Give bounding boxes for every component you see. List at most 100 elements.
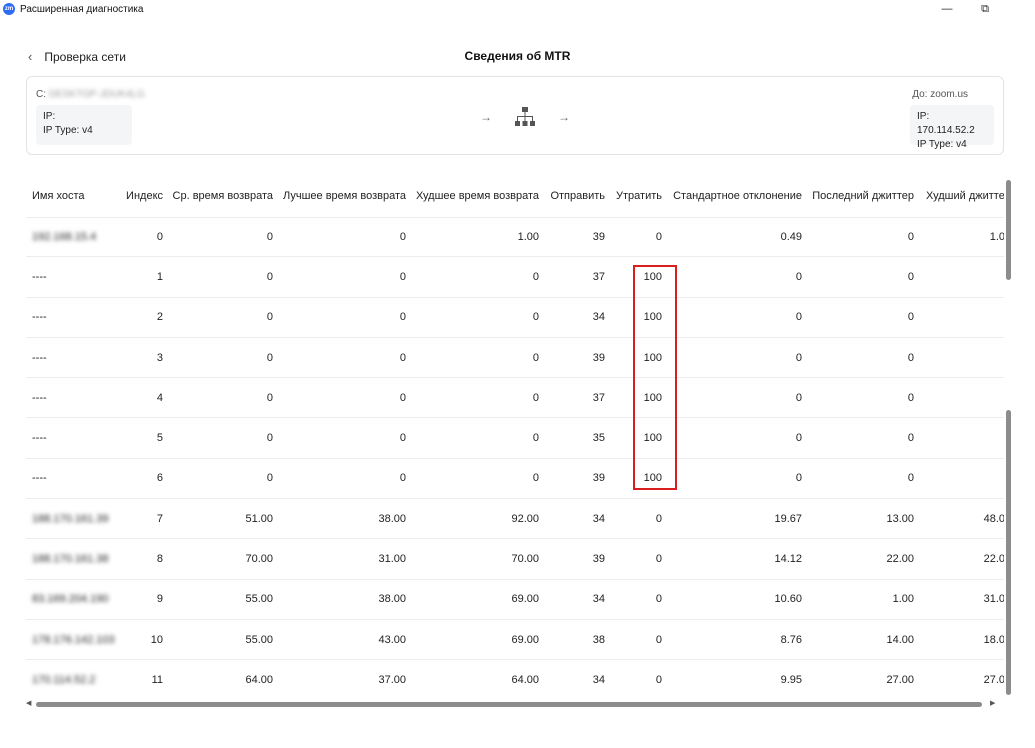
- cell-avg-rtt: 0: [266, 351, 273, 364]
- cell-best-rtt: 31.00: [378, 553, 406, 566]
- column-header[interactable]: Худший джитте: [926, 176, 1004, 216]
- table-row[interactable]: ---- 5 0 0 0 35 100 0 0: [26, 419, 1004, 459]
- cell-worst-rtt: 0: [532, 391, 539, 404]
- cell-index: 5: [156, 432, 163, 445]
- cell-stdev: 0: [795, 351, 802, 364]
- column-header[interactable]: Утратить: [608, 176, 662, 216]
- cell-lost: 0: [655, 593, 662, 606]
- cell-index: 3: [156, 351, 163, 364]
- table-row[interactable]: 188.170.161.39 7 51.00 38.00 92.00 34 0 19.67 13…: [26, 499, 1004, 540]
- zoom-app-icon: zm: [3, 3, 15, 15]
- column-header[interactable]: Лучшее время возврата: [276, 176, 406, 216]
- cell-stdev: 0: [795, 432, 802, 445]
- cell-worst-jitter: 22.0: [983, 553, 1004, 566]
- table-row[interactable]: ---- 1 0 0 0 37 100 0 0: [26, 257, 1004, 298]
- cell-lost: 0: [655, 553, 662, 566]
- cell-lost: 100: [643, 391, 662, 404]
- cell-last-jitter: 1.00: [892, 593, 914, 606]
- scroll-right-icon[interactable]: ▶: [990, 699, 995, 707]
- cell-index: 0: [156, 231, 163, 244]
- title-bar: zm Расширенная диагностика — ⧉: [0, 0, 1035, 18]
- cell-avg-rtt: 0: [266, 472, 273, 485]
- cell-sent: 37: [592, 270, 605, 283]
- cell-host: 83.169.204.190: [32, 593, 109, 606]
- cell-stdev: 0: [795, 311, 802, 324]
- vertical-scrollbar-thumb[interactable]: [1006, 410, 1011, 695]
- column-header[interactable]: Имя хоста: [32, 176, 122, 216]
- column-header[interactable]: Индекс: [122, 176, 163, 216]
- cell-sent: 35: [592, 432, 605, 445]
- cell-last-jitter: 0: [907, 311, 914, 324]
- cell-worst-jitter: [917, 338, 1004, 377]
- table-row[interactable]: 188.170.161.38 8 70.00 31.00 70.00 39 0 14.12 22…: [26, 539, 1004, 580]
- cell-worst-jitter: [917, 257, 1004, 296]
- restore-button[interactable]: ⧉: [970, 0, 1000, 18]
- table-row[interactable]: ---- 4 0 0 0 37 100 0 0: [26, 378, 1004, 419]
- cell-worst-jitter: [917, 459, 1004, 498]
- from-label: С: DESKTOP-JDUK4LG: [36, 89, 145, 100]
- table-header-row: Имя хоста Индекс Ср. время возврата Лучшее …: [26, 176, 1004, 216]
- table-row[interactable]: ---- 3 0 0 0 39 100 0 0: [26, 338, 1004, 379]
- cell-best-rtt: 0: [399, 270, 406, 283]
- cell-host: ----: [32, 432, 47, 445]
- cell-stdev: 19.67: [774, 512, 802, 525]
- table-row[interactable]: 192.168.15.4 0 0 0 1.00 39 0 0.49 0 1.0: [26, 217, 1004, 258]
- cell-index: 6: [156, 472, 163, 485]
- cell-worst-jitter: 27.0: [983, 673, 1004, 686]
- cell-lost: 100: [643, 311, 662, 324]
- from-ip: IP:: [43, 111, 56, 122]
- cell-avg-rtt: 64.00: [245, 673, 273, 686]
- cell-sent: 39: [592, 472, 605, 485]
- cell-worst-rtt: 1.00: [517, 231, 539, 244]
- cell-index: 11: [151, 673, 163, 686]
- cell-worst-rtt: 0: [532, 351, 539, 364]
- cell-host: ----: [32, 270, 47, 283]
- cell-last-jitter: 0: [907, 351, 914, 364]
- column-header[interactable]: Худшее время возврата: [409, 176, 539, 216]
- cell-avg-rtt: 55.00: [245, 633, 273, 646]
- minimize-button[interactable]: —: [932, 0, 962, 18]
- cell-last-jitter: 0: [907, 231, 914, 244]
- cell-index: 7: [156, 512, 163, 525]
- cell-stdev: 8.76: [780, 633, 802, 646]
- cell-stdev: 9.95: [780, 673, 802, 686]
- cell-host: ----: [32, 472, 47, 485]
- cell-best-rtt: 0: [399, 472, 406, 485]
- cell-worst-jitter: 18.0: [983, 633, 1004, 646]
- cell-sent: 34: [592, 593, 605, 606]
- cell-lost: 0: [655, 231, 662, 244]
- cell-worst-rtt: 0: [532, 432, 539, 445]
- column-header[interactable]: Отправить: [542, 176, 605, 216]
- table-row[interactable]: 170.114.52.2 11 64.00 37.00 64.00 34 0 9.95 27.0…: [26, 660, 1004, 698]
- cell-best-rtt: 38.00: [378, 593, 406, 606]
- cell-worst-jitter: 1.0: [989, 231, 1004, 244]
- table-row[interactable]: 178.176.142.103 10 55.00 43.00 69.00 38 0 8.76 1…: [26, 620, 1004, 661]
- table-row[interactable]: ---- 2 0 0 0 34 100 0 0: [26, 298, 1004, 338]
- mtr-table: Имя хоста Индекс Ср. время возврата Лучшее …: [26, 176, 1004, 698]
- cell-last-jitter: 13.00: [886, 512, 914, 525]
- from-ip-box: IP: IP Type: v4: [36, 105, 132, 145]
- horizontal-scrollbar-thumb[interactable]: [36, 702, 982, 707]
- column-header[interactable]: Последний джиттер: [805, 176, 914, 216]
- table-row[interactable]: 83.169.204.190 9 55.00 38.00 69.00 34 0 10.60 1.…: [26, 580, 1004, 620]
- cell-last-jitter: 27.00: [886, 673, 914, 686]
- cell-index: 1: [156, 270, 163, 283]
- arrow-right-icon: →: [558, 110, 570, 124]
- cell-avg-rtt: 51.00: [245, 512, 273, 525]
- cell-sent: 38: [592, 633, 605, 646]
- scroll-left-icon[interactable]: ◀: [26, 699, 31, 707]
- cell-worst-rtt: 92.00: [511, 512, 539, 525]
- vertical-scrollbar-thumb[interactable]: [1006, 180, 1011, 280]
- network-icon: [515, 107, 535, 126]
- column-header[interactable]: Ср. время возврата: [166, 176, 273, 216]
- table-row[interactable]: ---- 6 0 0 0 39 100 0 0: [26, 459, 1004, 500]
- cell-worst-rtt: 69.00: [511, 593, 539, 606]
- cell-index: 10: [150, 633, 163, 646]
- cell-last-jitter: 0: [907, 270, 914, 283]
- route-card: С: DESKTOP-JDUK4LG IP: IP Type: v4 → → Д…: [26, 76, 1004, 155]
- cell-host: 170.114.52.2: [32, 673, 96, 686]
- cell-host: ----: [32, 351, 47, 364]
- column-header[interactable]: Стандартное отклонение: [666, 176, 802, 216]
- cell-worst-jitter: [917, 378, 1004, 417]
- cell-host: ----: [32, 391, 47, 404]
